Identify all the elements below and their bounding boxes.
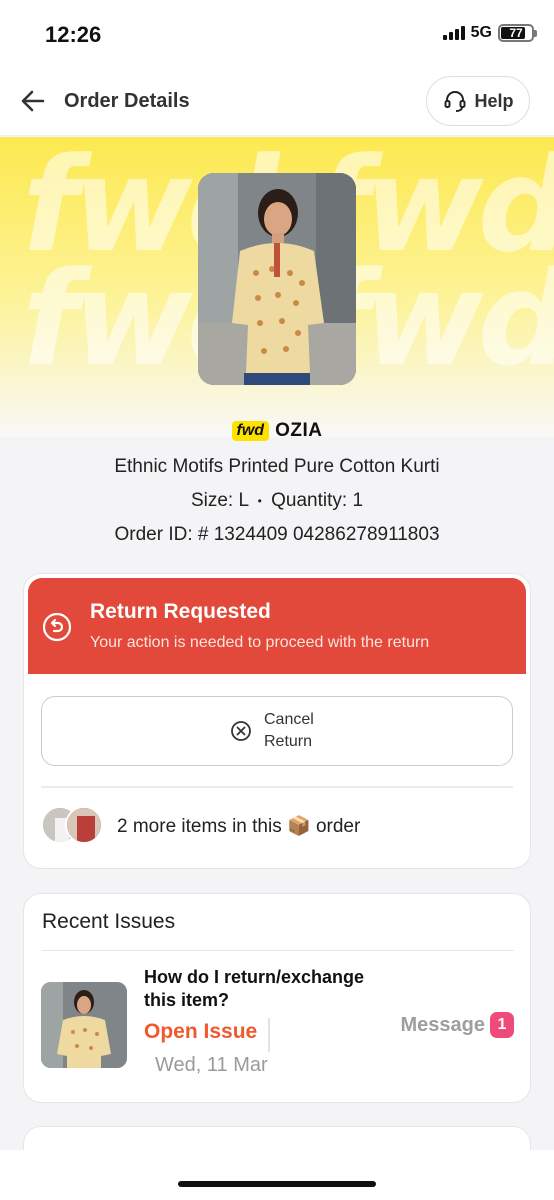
product-hero: fwd fwd fwd fwd — [0, 137, 554, 437]
product-image[interactable] — [198, 173, 356, 385]
recent-issues-title: Recent Issues — [42, 910, 176, 933]
issue-date: Wed, 11 Mar — [155, 1054, 268, 1076]
app-header: Order Details Help — [0, 70, 554, 136]
fwd-badge: fwd — [231, 421, 270, 441]
return-arrow-icon — [42, 612, 72, 642]
message-button[interactable]: Message 1 — [400, 1012, 514, 1038]
signal-icon — [442, 26, 465, 40]
return-title: Return Requested — [90, 600, 271, 623]
product-name: Ethnic Motifs Printed Pure Cotton Kurti — [114, 456, 440, 477]
issues-divider — [42, 950, 514, 951]
help-button[interactable]: Help — [426, 76, 530, 126]
more-items-suffix: order — [315, 816, 361, 837]
status-bar: 12:26 5G 77 — [0, 0, 554, 70]
battery-level: 77 — [509, 26, 523, 40]
order-id: Order ID: # 1324409 04286278911803 — [114, 524, 440, 545]
issue-product-thumb — [41, 982, 127, 1068]
quantity-label: Quantity: 1 — [271, 490, 364, 511]
return-subtitle: Your action is needed to proceed with th… — [90, 634, 430, 651]
card-divider — [41, 786, 513, 788]
more-items-row[interactable]: 2 more items in this 📦 order — [41, 806, 360, 846]
brand-name[interactable]: OZIA — [275, 420, 322, 442]
return-status-card: Return Requested Your action is needed t… — [23, 573, 531, 869]
issue-separator — [268, 1018, 270, 1052]
close-circle-icon — [231, 721, 251, 741]
network-type: 5G — [470, 24, 492, 41]
more-items-avatars — [41, 806, 107, 846]
cancel-line-2: Return — [264, 733, 313, 750]
separator-dot: • — [257, 493, 262, 508]
issue-question: How do I return/exchange this item? — [144, 967, 365, 1010]
back-arrow-icon[interactable] — [18, 86, 48, 116]
more-items-text: 2 more items in this 📦 order — [117, 814, 360, 838]
more-items-prefix: 2 more items in this — [117, 816, 282, 837]
cancel-line-1: Cancel — [264, 711, 314, 728]
recent-issues-card: Recent Issues How do I return/exchange t… — [23, 893, 531, 1103]
item-thumb-2 — [65, 806, 103, 844]
battery-icon: 77 — [498, 24, 537, 42]
headset-icon — [444, 91, 466, 112]
status-indicators: 5G 77 — [442, 24, 537, 42]
message-count-badge: 1 — [490, 1012, 514, 1038]
brand-row: fwd OZIA — [0, 420, 554, 442]
size-label: Size: L — [190, 490, 249, 511]
message-label: Message — [400, 1013, 486, 1036]
status-time: 12:26 — [45, 22, 102, 47]
box-icon: 📦 — [287, 816, 311, 837]
home-indicator[interactable] — [178, 1181, 376, 1187]
issue-status: Open Issue — [144, 1020, 258, 1043]
return-banner[interactable]: Return Requested Your action is needed t… — [28, 578, 526, 674]
size-quantity-line: Size: L • Quantity: 1 — [0, 490, 554, 512]
help-label: Help — [474, 90, 514, 111]
cancel-return-label: Cancel Return — [264, 709, 324, 753]
page-title: Order Details — [64, 90, 190, 112]
home-indicator-area — [0, 1150, 554, 1200]
cancel-return-button[interactable]: Cancel Return — [41, 696, 513, 766]
